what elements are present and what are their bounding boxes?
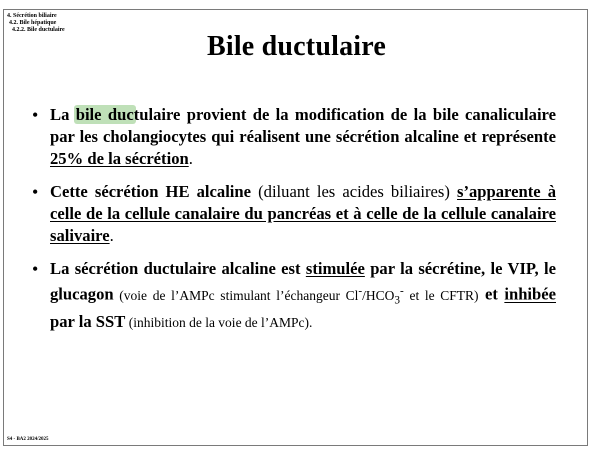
highlighted-text: bile duc xyxy=(73,105,136,124)
bullet-list: • La bile ductulaire provient de la modi… xyxy=(28,104,556,334)
underlined-text: stimulée xyxy=(305,259,365,278)
footer-text: S4 - BA2 2024/2025 xyxy=(7,437,49,442)
bullet-dot: • xyxy=(32,259,39,279)
text-run: . xyxy=(109,226,114,245)
slide-content: • La bile ductulaire provient de la modi… xyxy=(28,104,556,345)
text-run: . xyxy=(188,149,193,168)
small-text: (inhibition de la voie de l’AMPc). xyxy=(125,315,313,331)
breadcrumb-level-2: 4.2. Bile hépatique xyxy=(9,20,57,26)
text-run: et xyxy=(478,284,505,304)
bullet-dot: • xyxy=(32,182,39,202)
bullet-1-text: La bile ductulaire provient de la modifi… xyxy=(50,105,556,168)
text-run: La sécrétion ductulaire alcaline est xyxy=(50,259,306,278)
bullet-item-3: • La sécrétion ductulaire alcaline est s… xyxy=(28,258,556,334)
text-run: Cette sécrétion HE alcaline xyxy=(50,182,252,201)
text-run: /HCO xyxy=(362,287,395,303)
slide: 4. Sécrétion biliaire 4.2. Bile hépatiqu… xyxy=(0,0,593,451)
text-run: et le CFTR) xyxy=(403,287,479,303)
text-run: La xyxy=(50,105,76,124)
text-run: (voie de l’AMPc stimulant l’échangeur Cl xyxy=(113,287,359,303)
bullet-item-1: • La bile ductulaire provient de la modi… xyxy=(28,104,556,170)
underlined-text: 25% de la sécrétion xyxy=(50,149,189,168)
underlined-text: inhibée xyxy=(504,284,556,304)
text-run: (diluant les acides biliaires) xyxy=(251,182,458,201)
bullet-dot: • xyxy=(32,105,39,125)
slide-title: Bile ductulaire xyxy=(206,31,387,62)
bullet-item-2: • Cette sécrétion HE alcaline (diluant l… xyxy=(28,181,556,247)
text-run: par la SST xyxy=(50,312,126,332)
small-text: (voie de l’AMPc stimulant l’échangeur Cl… xyxy=(113,285,479,306)
breadcrumb-level-1: 4. Sécrétion biliaire xyxy=(7,13,57,19)
